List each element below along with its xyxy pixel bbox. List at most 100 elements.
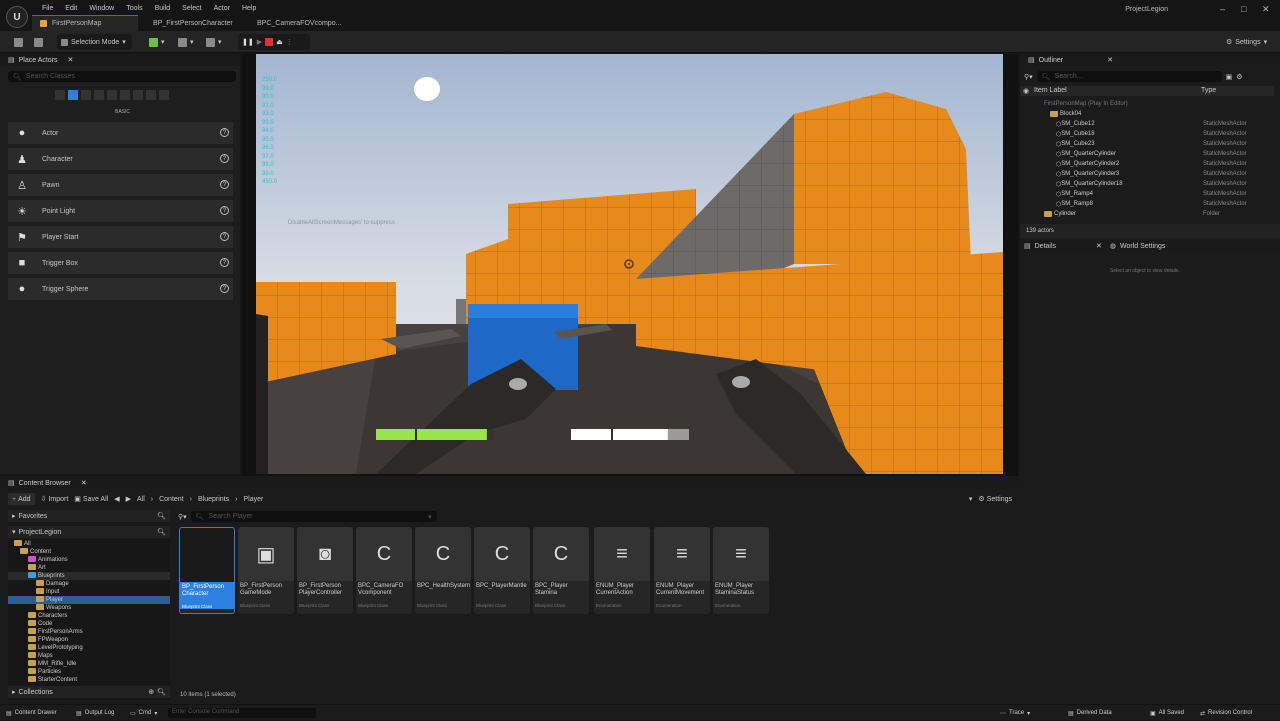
asset-tile[interactable]: C BPC_Player Stamina Blueprint Class (533, 527, 589, 614)
cinematics-icon[interactable]: ▾ (202, 34, 226, 50)
menu-edit[interactable]: Edit (59, 5, 83, 12)
actor-item-point-light[interactable]: ☀ Point Light ? (8, 200, 233, 222)
tree-item[interactable]: Characters (8, 612, 170, 620)
blueprints-icon[interactable]: ▾ (174, 34, 198, 50)
tab-bpc-camera-fov[interactable]: BPC_CameraFOVcompo... (244, 15, 344, 31)
tree-row[interactable]: ⬡ SM_Ramp4 StaticMeshActor (1020, 189, 1274, 199)
settings-icon[interactable]: ⚙ (1236, 73, 1242, 81)
help-icon[interactable]: ? (220, 180, 229, 189)
tab-first-person-map[interactable]: FirstPersonMap (32, 15, 138, 31)
filter-icon[interactable]: ⚲▾ (178, 513, 187, 521)
tree-item[interactable]: MM_Rifle_Idle (8, 660, 170, 668)
actor-item-player-start[interactable]: ⚑ Player Start ? (8, 226, 233, 248)
tree-item[interactable]: LevelPrototyping (8, 644, 170, 652)
add-collection-icon[interactable]: ⊕ (148, 688, 154, 696)
breadcrumb-all[interactable]: All (137, 496, 145, 503)
close-tab-icon[interactable]: ✕ (81, 479, 87, 487)
game-scene[interactable]: DisableAllScreenMessages' to suppress (256, 54, 1003, 474)
revision-control-button[interactable]: ⇄ Revision Control (1200, 705, 1252, 721)
cmd-dropdown[interactable]: ▭ Cmd ▾ (130, 705, 157, 721)
tree-row[interactable]: ⬡ SM_QuarterCylinder StaticMeshActor (1020, 149, 1274, 159)
output-log-button[interactable]: ▤ Output Log (76, 705, 114, 721)
derived-data-button[interactable]: ▤ Derived Data (1068, 705, 1112, 721)
help-icon[interactable]: ? (220, 258, 229, 267)
breadcrumb-player[interactable]: Player (243, 496, 263, 503)
recent-icon[interactable] (55, 90, 65, 100)
save-icon[interactable] (10, 34, 27, 50)
visual-effects-icon[interactable] (120, 90, 130, 100)
minimize-icon[interactable]: – (1220, 4, 1225, 14)
tree-item[interactable]: Art (8, 564, 170, 572)
tree-row[interactable]: ⬡ SM_Cube18 StaticMeshActor (1020, 129, 1274, 139)
actor-item-trigger-sphere[interactable]: ● Trigger Sphere ? (8, 278, 233, 300)
tree-item[interactable]: Weapons (8, 604, 170, 612)
tree-row[interactable]: ⬡ SM_Cube23 StaticMeshActor (1020, 139, 1274, 149)
tab-details[interactable]: Details (1035, 243, 1056, 250)
menu-help[interactable]: Help (236, 5, 262, 12)
more-icon[interactable]: ⋮ (286, 38, 293, 46)
breadcrumb-blueprints[interactable]: Blueprints (198, 496, 229, 503)
menu-actor[interactable]: Actor (208, 5, 236, 12)
search-classes-input[interactable]: 🔍︎ Search Classes (8, 71, 236, 82)
asset-tile[interactable]: C BPC_CameraFO Vcomponent Blueprint Clas… (356, 527, 412, 614)
breadcrumb-content[interactable]: Content (159, 496, 184, 503)
tree-item[interactable]: All (8, 540, 170, 548)
search-icon[interactable]: 🔍︎ (157, 528, 166, 536)
add-button[interactable]: + Add (8, 493, 35, 505)
tree-item[interactable]: Particles (8, 668, 170, 676)
menu-window[interactable]: Window (83, 5, 120, 12)
column-type[interactable]: Type (1201, 87, 1216, 94)
asset-tile[interactable]: ▣ BP_FirstPerson GameMode Blueprint Clas… (238, 527, 294, 614)
unreal-logo-icon[interactable]: U (6, 6, 28, 28)
tree-row[interactable]: ⬡ SM_Cube12 StaticMeshActor (1020, 119, 1274, 129)
asset-tile[interactable]: C BPC_HealthSystem Blueprint Class (415, 527, 471, 614)
asset-tile[interactable]: ≡ ENUM_Player StaminaStatus Enumeration (713, 527, 769, 614)
import-button[interactable]: ⇩ Import (41, 495, 69, 504)
trace-dropdown[interactable]: ⋯ Trace ▾ (1000, 705, 1030, 721)
help-icon[interactable]: ? (220, 128, 229, 137)
maximize-icon[interactable]: □ (1241, 4, 1246, 14)
tree-item-selected[interactable]: Player (8, 596, 170, 604)
all-saved-button[interactable]: ▣ All Saved (1150, 705, 1184, 721)
tree-item[interactable]: Damage (8, 580, 170, 588)
asset-tile[interactable]: ◙ BP_FirstPerson PlayerController Bluepr… (297, 527, 353, 614)
menu-tools[interactable]: Tools (120, 5, 148, 12)
forward-icon[interactable]: ▶ (126, 495, 131, 503)
help-icon[interactable]: ? (220, 284, 229, 293)
help-icon[interactable]: ? (220, 232, 229, 241)
add-content-icon[interactable]: ▾ (145, 34, 169, 50)
tree-row[interactable]: ⬡ SM_QuarterCylinder18 StaticMeshActor (1020, 179, 1274, 189)
settings-button[interactable]: ⚙ Settings ▾ (1222, 34, 1271, 50)
selection-mode-dropdown[interactable]: Selection Mode ▾ (57, 34, 132, 50)
menu-file[interactable]: File (36, 5, 59, 12)
project-header[interactable]: ▾ ProjectLegion 🔍︎ (8, 526, 170, 538)
tree-row[interactable]: ⬡ SM_QuarterCylinder2 StaticMeshActor (1020, 159, 1274, 169)
shapes-icon[interactable] (94, 90, 104, 100)
tree-item[interactable]: Animations (8, 556, 170, 564)
tree-item[interactable]: StarterContent (8, 676, 170, 684)
asset-tile[interactable]: ≡ ENUM_Player CurrentAction Enumeration (594, 527, 650, 614)
search-icon[interactable]: 🔍︎ (157, 512, 166, 520)
tree-row[interactable]: ⬡ SM_QuarterCylinder3 StaticMeshActor (1020, 169, 1274, 179)
asset-tile[interactable]: ≡ ENUM_Player CurrentMovement Enumeratio… (654, 527, 710, 614)
level-viewport[interactable]: DisableAllScreenMessages' to suppress 25… (242, 54, 1018, 476)
column-item-label[interactable]: Item Label (1034, 87, 1067, 94)
tree-item[interactable]: FirstPersonArms (8, 628, 170, 636)
asset-tile[interactable]: BP_FirstPerson Character Blueprint Class (179, 527, 235, 614)
tab-bp-first-person-character[interactable]: BP_FirstPersonCharacter (140, 15, 240, 31)
tab-world-settings[interactable]: World Settings (1120, 243, 1165, 250)
console-command-input[interactable]: Enter Console Command (168, 708, 316, 718)
asset-tile[interactable]: C BPC_PlayerMantle Blueprint Class (474, 527, 530, 614)
help-icon[interactable]: ? (220, 206, 229, 215)
menu-build[interactable]: Build (149, 5, 177, 12)
save-all-button[interactable]: ▣ Save All (74, 495, 108, 504)
actor-item-actor[interactable]: ● Actor ? (8, 122, 233, 144)
stop-icon[interactable] (265, 38, 274, 46)
close-tab-icon[interactable]: ✕ (1107, 56, 1113, 64)
tree-item[interactable]: Input (8, 588, 170, 596)
help-icon[interactable]: ? (220, 154, 229, 163)
basic-tab-icon[interactable] (68, 90, 78, 100)
chevron-down-icon[interactable]: ▾ (969, 495, 973, 503)
actor-item-character[interactable]: ♟ Character ? (8, 148, 233, 170)
cinematic-icon[interactable] (107, 90, 117, 100)
